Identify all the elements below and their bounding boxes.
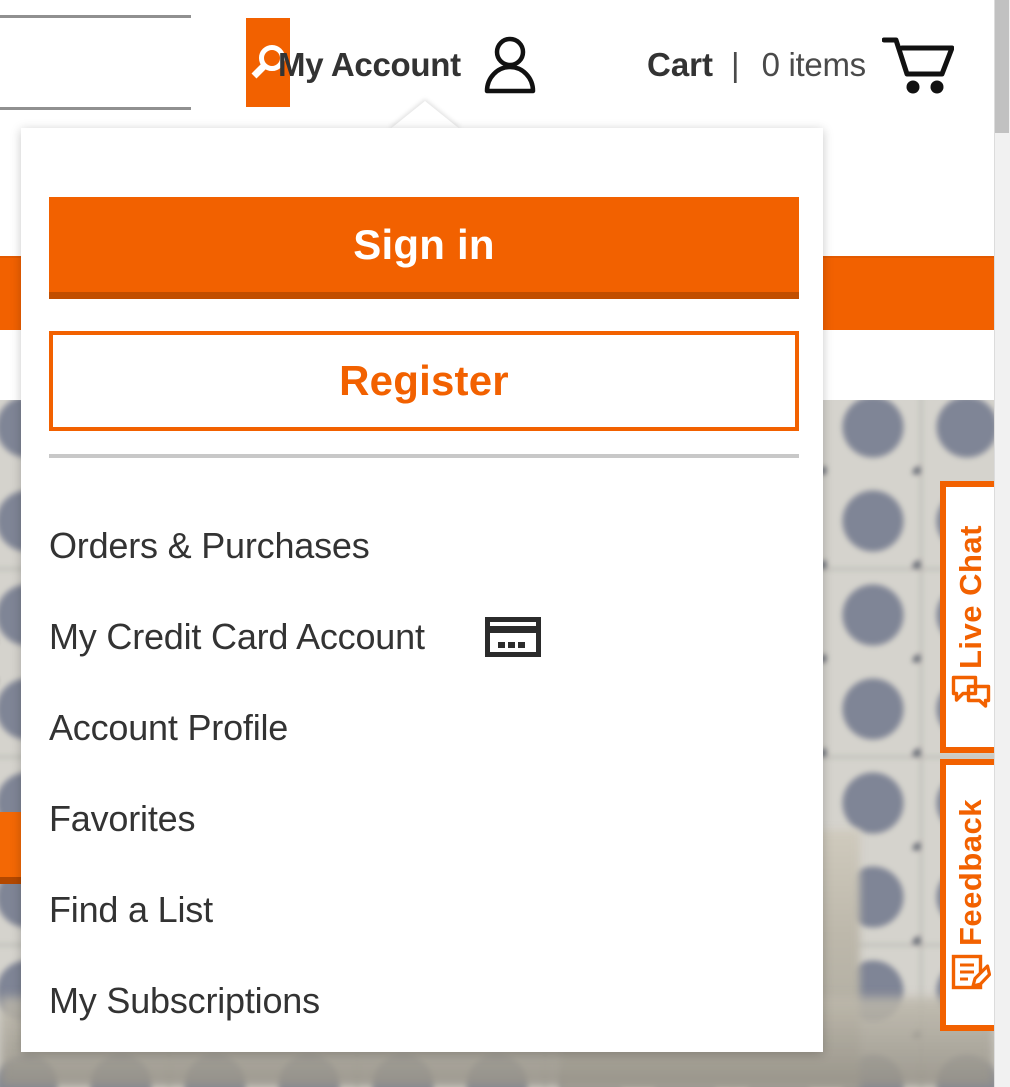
live-chat-label: Live Chat	[953, 524, 988, 670]
register-button[interactable]: Register	[49, 331, 799, 431]
vertical-scrollbar-thumb[interactable]	[995, 0, 1009, 133]
menu-item-label: My Subscriptions	[49, 979, 320, 1021]
user-icon	[484, 36, 536, 94]
live-chat-tab[interactable]: Live Chat	[940, 481, 1002, 753]
cart-trigger[interactable]: Cart | 0 items	[647, 36, 954, 94]
my-account-trigger[interactable]: My Account	[278, 36, 539, 94]
clipboard-pencil-icon	[951, 954, 991, 989]
menu-item-my-subscriptions[interactable]: My Subscriptions	[49, 955, 799, 1046]
sign-in-button[interactable]: Sign in	[49, 197, 799, 299]
search-box[interactable]	[0, 15, 290, 110]
search-input[interactable]	[0, 18, 246, 107]
cart-item-count: 0 items	[761, 46, 867, 83]
menu-item-account-profile[interactable]: Account Profile	[49, 682, 799, 773]
menu-item-label: Find a List	[49, 888, 213, 930]
menu-item-label: Favorites	[49, 797, 196, 839]
my-account-label: My Account	[278, 46, 461, 83]
menu-item-orders-and-purchases[interactable]: Orders & Purchases	[49, 500, 799, 591]
credit-card-icon	[484, 616, 541, 657]
chat-bubbles-icon	[951, 675, 991, 708]
cart-label: Cart	[647, 46, 714, 83]
cart-separator: |	[731, 46, 740, 83]
browser-viewport: 0 nt My Account Cart | 0	[0, 0, 1010, 1087]
feedback-tab[interactable]: Feedback	[940, 759, 1002, 1031]
menu-item-label: Orders & Purchases	[49, 524, 370, 566]
menu-item-my-credit-card-account[interactable]: My Credit Card Account	[49, 591, 799, 682]
flyout-divider	[49, 454, 799, 458]
vertical-scrollbar-track[interactable]	[994, 0, 1010, 1087]
feedback-label: Feedback	[953, 799, 988, 947]
account-menu-list: Orders & Purchases My Credit Card Accoun…	[49, 500, 799, 1046]
menu-item-label: My Credit Card Account	[49, 615, 425, 657]
menu-item-favorites[interactable]: Favorites	[49, 773, 799, 864]
flyout-pointer-arrow	[389, 101, 461, 130]
menu-item-find-a-list[interactable]: Find a List	[49, 864, 799, 955]
my-account-flyout: Sign in Register Orders & Purchases My C…	[21, 128, 823, 1052]
menu-item-label: Account Profile	[49, 706, 289, 748]
shopping-cart-icon	[881, 37, 954, 94]
